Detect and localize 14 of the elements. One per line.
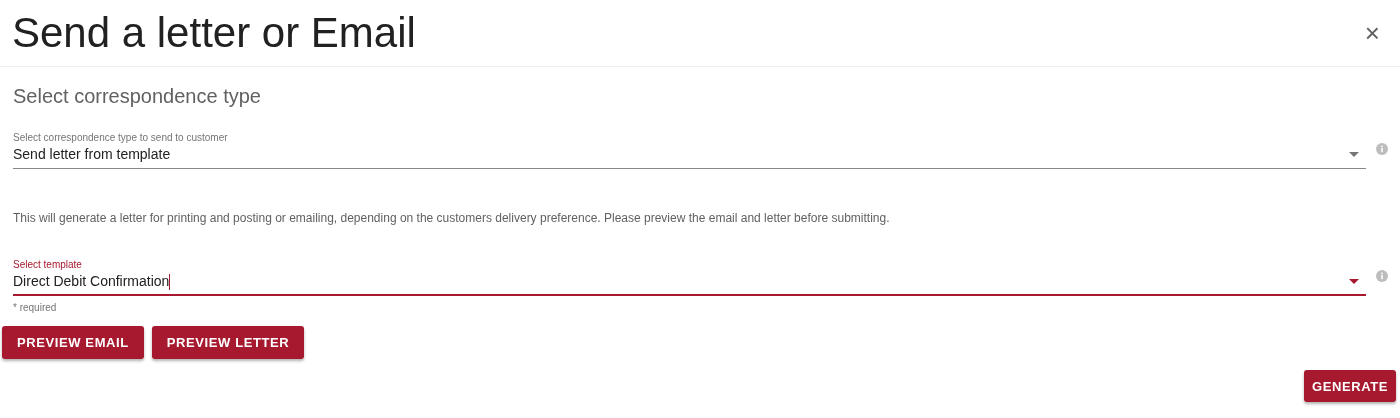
info-icon[interactable] — [1376, 270, 1388, 282]
select-field[interactable]: Select template Direct Debit Confirmation — [13, 259, 1366, 296]
info-icon[interactable] — [1376, 143, 1388, 155]
preview-button[interactable]: PREVIEW LETTER — [151, 326, 305, 359]
close-button[interactable]: × — [1360, 20, 1384, 46]
preview-button[interactable]: PREVIEW EMAIL — [2, 326, 144, 359]
select-field[interactable]: Select correspondence type to send to customer Send letter from template — [13, 132, 1366, 169]
required-hint: * required — [13, 302, 58, 313]
description-text: This will generate a letter for printing and posting or emailing, depending on the customers delivery preference. Please preview the email and letter before submitting. — [13, 211, 891, 225]
dialog-title: Send a letter or Email — [12, 9, 416, 57]
dropdown-arrow-icon — [1349, 152, 1359, 157]
section-title: Select correspondence type — [13, 85, 262, 108]
dropdown-arrow-icon — [1349, 279, 1359, 284]
generate-button[interactable]: GENERATE — [1303, 370, 1396, 402]
